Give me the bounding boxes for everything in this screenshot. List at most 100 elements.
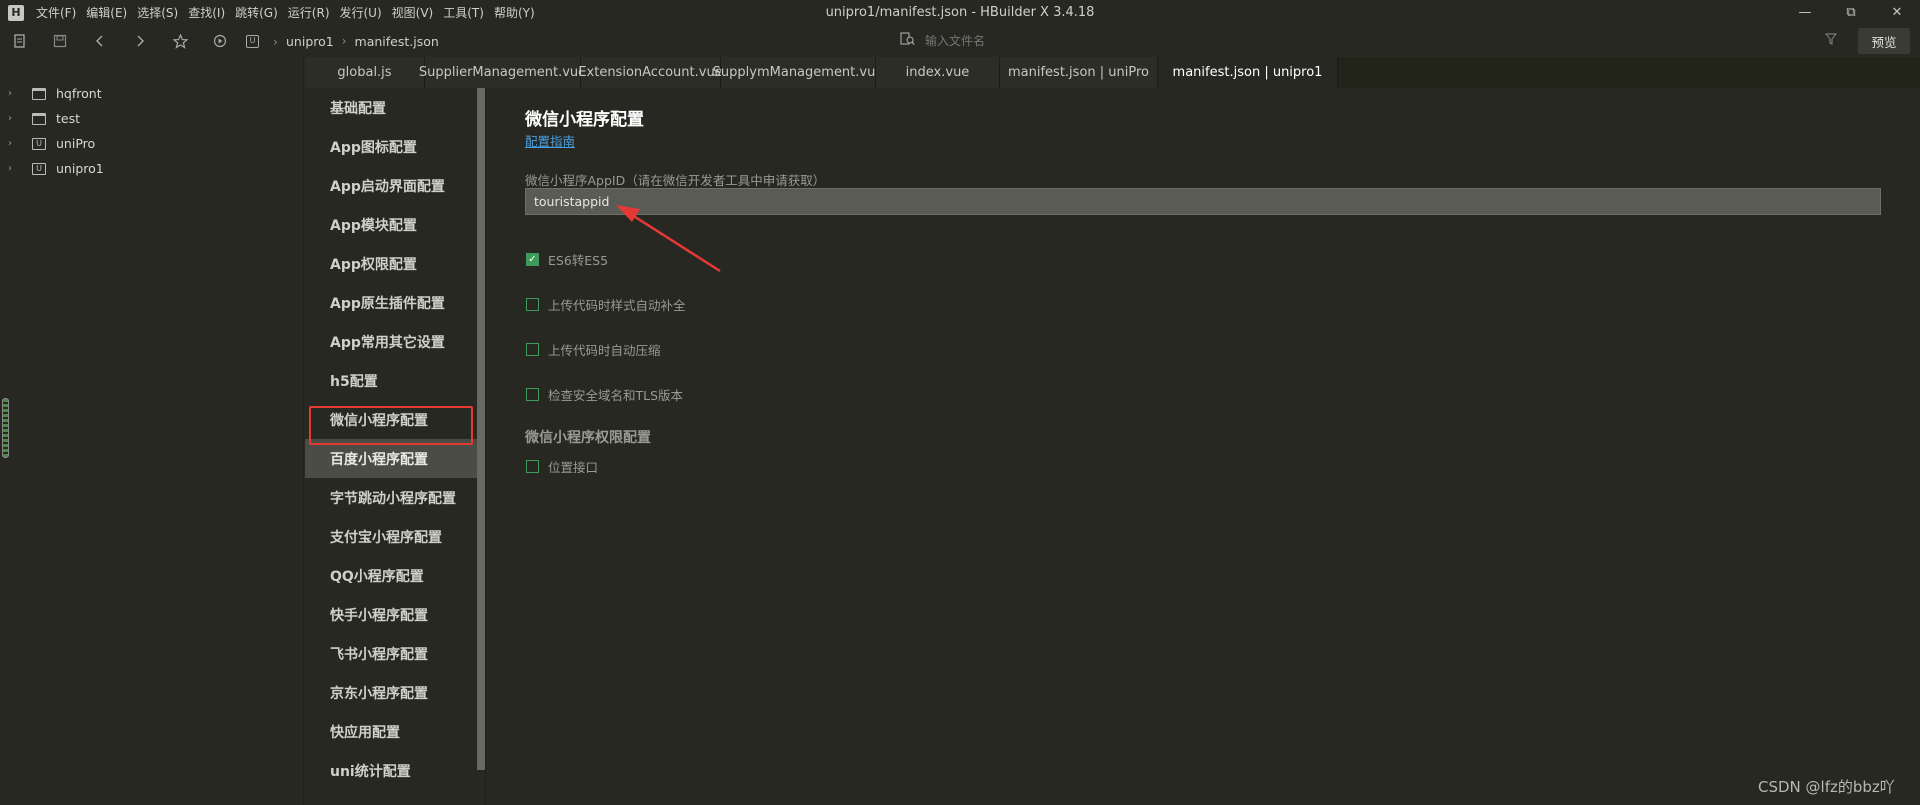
settings-nav-item[interactable]: 支付宝小程序配置 [305, 517, 477, 556]
checkbox[interactable] [526, 343, 539, 356]
forward-icon[interactable] [120, 25, 160, 57]
tree-item-label: unipro1 [56, 161, 104, 176]
tree-item[interactable]: › test [0, 106, 303, 131]
file-search [900, 28, 1525, 54]
config-guide-link[interactable]: 配置指南 [525, 131, 575, 150]
settings-nav-item[interactable]: App模块配置 [305, 205, 477, 244]
checkbox[interactable]: ✓ [526, 253, 539, 266]
minimize-button[interactable]: — [1782, 0, 1828, 25]
menu-item[interactable]: 跳转(G) [235, 4, 288, 21]
filter-icon[interactable] [1824, 33, 1838, 49]
nav-scrollbar[interactable] [477, 88, 485, 770]
chevron-right-icon[interactable]: › [8, 113, 22, 124]
settings-nav-item[interactable]: QQ小程序配置 [305, 556, 477, 595]
appid-label: 微信小程序AppID（请在微信开发者工具中申请获取） [525, 173, 826, 188]
settings-nav-item[interactable]: 基础配置 [305, 88, 477, 127]
settings-nav-item[interactable]: App图标配置 [305, 127, 477, 166]
folder-icon [32, 112, 46, 125]
folder-icon [32, 87, 46, 100]
watermark: CSDN @lfz的bbz吖 [1758, 778, 1895, 796]
checkbox[interactable] [526, 388, 539, 401]
project-explorer: › hqfront › test › UuniPro › Uunipro1 [0, 57, 304, 805]
settings-nav-item[interactable]: App启动界面配置 [305, 166, 477, 205]
window-controls: — ⧉ ✕ [1782, 0, 1920, 25]
breadcrumb-project[interactable]: unipro1 [286, 34, 334, 49]
menu-item[interactable]: 运行(R) [288, 4, 340, 21]
settings-nav-item[interactable]: 字节跳动小程序配置 [305, 478, 477, 517]
back-icon[interactable] [80, 25, 120, 57]
star-icon[interactable] [160, 25, 200, 57]
restore-button[interactable]: ⧉ [1828, 0, 1874, 25]
menu-item[interactable]: 选择(S) [137, 4, 188, 21]
menu-bar: H 文件(F) 编辑(E) 选择(S) 查找(I) 跳转(G) 运行(R) 发行(U) 视图(… [0, 0, 1920, 25]
checkbox-label: 检查安全域名和TLS版本 [548, 388, 684, 403]
breadcrumb-file[interactable]: manifest.json [355, 34, 439, 49]
close-button[interactable]: ✕ [1874, 0, 1920, 25]
settings-nav-item[interactable]: 快手小程序配置 [305, 595, 477, 634]
menu-item[interactable]: 编辑(E) [86, 4, 137, 21]
preview-button[interactable]: 预览 [1858, 28, 1910, 54]
settings-nav-item[interactable]: uni统计配置 [305, 751, 477, 790]
editor-tab[interactable]: global.js [305, 57, 425, 88]
checkbox-label: 上传代码时样式自动补全 [548, 298, 686, 313]
hbuilder-window: H 文件(F) 编辑(E) 选择(S) 查找(I) 跳转(G) 运行(R) 发行(U) 视图(… [0, 0, 1920, 805]
panel-resize-handle[interactable] [2, 398, 9, 458]
file-search-input[interactable] [925, 34, 1525, 48]
chevron-right-icon[interactable]: › [8, 88, 22, 99]
menu-item[interactable]: 视图(V) [392, 4, 444, 21]
settings-nav-item[interactable]: App权限配置 [305, 244, 477, 283]
editor-tab[interactable]: index.vue [876, 57, 1000, 88]
checkbox[interactable] [526, 298, 539, 311]
manifest-settings-nav: 基础配置 App图标配置 App启动界面配置 App模块配置 App权限配置 App原生插… [305, 88, 477, 805]
settings-content: 微信小程序配置 配置指南 微信小程序AppID（请在微信开发者工具中申请获取） … [486, 88, 1920, 805]
page-title: 微信小程序配置 [525, 110, 644, 130]
project-icon: U [32, 137, 46, 150]
settings-nav-item[interactable]: h5配置 [305, 361, 477, 400]
settings-nav-item[interactable]: 京东小程序配置 [305, 673, 477, 712]
menu-item[interactable]: 工具(T) [443, 4, 494, 21]
toolbar: U › unipro1 › manifest.json 预览 [0, 25, 1920, 57]
editor-tab[interactable]: SupplierManagement.vue [419, 57, 586, 88]
save-icon[interactable] [40, 25, 80, 57]
settings-nav-item[interactable]: App原生插件配置 [305, 283, 477, 322]
settings-nav-item[interactable]: 百度小程序配置 [305, 439, 477, 478]
chevron-right-icon[interactable]: › [8, 138, 22, 149]
appid-input[interactable] [525, 188, 1881, 215]
editor-tab[interactable]: ExtensionAccount.vue [578, 57, 723, 88]
editor-tab[interactable]: SupplymManagement.vue [713, 57, 883, 88]
chevron-right-icon[interactable]: › [8, 163, 22, 174]
checkbox[interactable] [526, 460, 539, 473]
checkbox-option[interactable]: 上传代码时自动压缩 [526, 340, 661, 359]
search-file-icon [900, 32, 915, 50]
run-icon[interactable] [200, 25, 240, 57]
checkbox-option[interactable]: 上传代码时样式自动补全 [526, 295, 686, 314]
checkbox-option[interactable]: 检查安全域名和TLS版本 [526, 385, 683, 404]
project-icon: U [246, 34, 259, 48]
checkbox-option[interactable]: ✓ ES6转ES5 [526, 250, 608, 269]
breadcrumb: U › unipro1 › manifest.json [246, 34, 439, 49]
hbuilder-logo-icon: H [8, 4, 24, 21]
menu-item[interactable]: 发行(U) [340, 4, 392, 21]
checkbox-label: ES6转ES5 [548, 253, 609, 268]
checkbox-label: 位置接口 [548, 460, 599, 475]
breadcrumb-sep: › [341, 34, 347, 48]
permission-section-title: 微信小程序权限配置 [525, 430, 651, 446]
editor-tab[interactable]: manifest.json | uniPro [1000, 57, 1158, 88]
checkbox-option[interactable]: 位置接口 [526, 457, 598, 476]
menu-item[interactable]: 文件(F) [36, 4, 86, 21]
menu-item[interactable]: 查找(I) [188, 4, 235, 21]
menu-item[interactable]: 帮助(Y) [494, 4, 545, 21]
main-menu: 文件(F) 编辑(E) 选择(S) 查找(I) 跳转(G) 运行(R) 发行(U) 视图(V)… [36, 4, 545, 21]
new-file-icon[interactable] [0, 25, 40, 57]
tree-item[interactable]: › UuniPro [0, 131, 303, 156]
settings-nav-item[interactable]: 飞书小程序配置 [305, 634, 477, 673]
tree-item[interactable]: › hqfront [0, 81, 303, 106]
settings-nav-item[interactable]: 微信小程序配置 [305, 400, 477, 439]
editor-tab[interactable]: manifest.json | unipro1 [1158, 57, 1338, 88]
tree-item-label: hqfront [56, 86, 102, 101]
settings-nav-item[interactable]: 快应用配置 [305, 712, 477, 751]
tree-item[interactable]: › Uunipro1 [0, 156, 303, 181]
tree-item-label: uniPro [56, 136, 96, 151]
project-icon: U [32, 162, 46, 175]
settings-nav-item[interactable]: App常用其它设置 [305, 322, 477, 361]
